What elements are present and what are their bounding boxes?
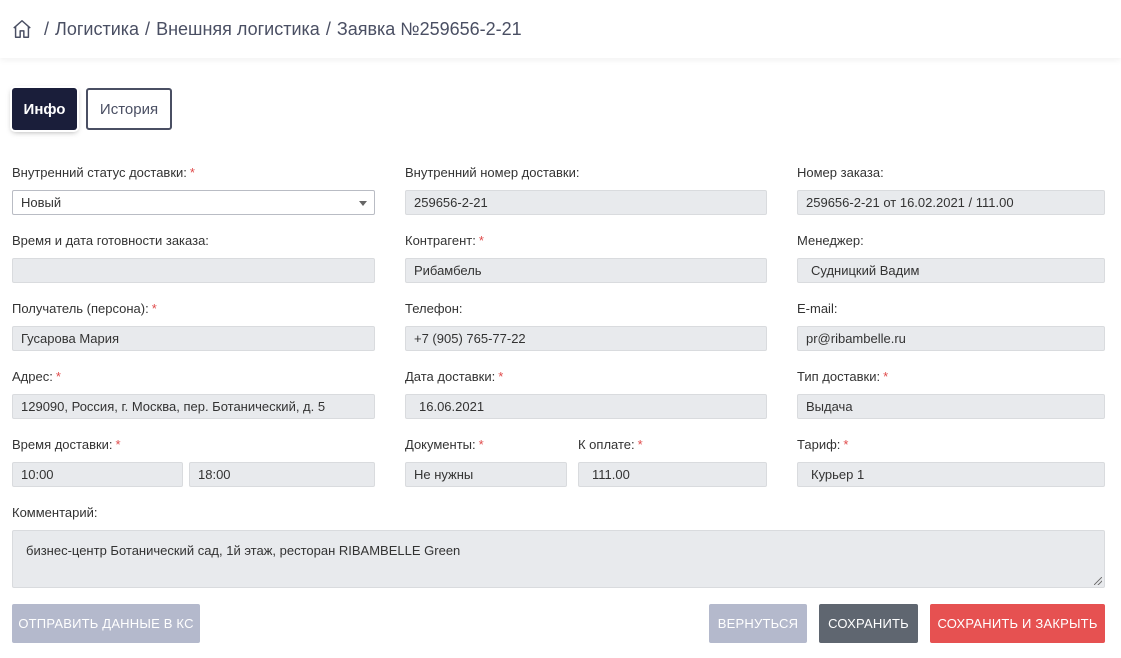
comment-textarea[interactable]: бизнес-центр Ботанический сад, 1й этаж, … [12, 530, 1105, 588]
comment-value: бизнес-центр Ботанический сад, 1й этаж, … [26, 543, 461, 558]
email-field[interactable]: pr@ribambelle.ru [797, 326, 1105, 351]
breadcrumb-separator: / [44, 18, 50, 39]
internal-number-label: Внутренний номер доставки: [405, 165, 580, 180]
email-label: E-mail: [797, 301, 838, 316]
delivery-time-from-field[interactable]: 10:00 [12, 462, 183, 487]
tariff-label: Тариф: * [797, 437, 848, 452]
required-mark: * [843, 437, 849, 452]
recipient-label: Получатель (персона): * [12, 301, 157, 316]
required-mark: * [478, 437, 484, 452]
tariff-label-text: Тариф: [797, 437, 841, 452]
internal-number-field[interactable]: 259656-2-21 [405, 190, 767, 215]
internal-status-value: Новый [21, 195, 62, 210]
delivery-time-label-text: Время доставки: [12, 437, 113, 452]
required-mark: * [55, 369, 61, 384]
to-pay-label-text: К оплате: [578, 437, 635, 452]
comment-label: Комментарий: [12, 505, 98, 520]
order-number-field[interactable]: 259656-2-21 от 16.02.2021 / 111.00 [797, 190, 1105, 215]
tariff-field[interactable]: Курьер 1 [797, 462, 1105, 487]
manager-field[interactable]: Судницкий Вадим [797, 258, 1105, 283]
delivery-type-label: Тип доставки: * [797, 369, 888, 384]
required-mark: * [189, 165, 195, 180]
delivery-date-label: Дата доставки: * [405, 369, 503, 384]
resize-handle-icon[interactable] [1094, 577, 1102, 585]
breadcrumb-separator: / [325, 18, 331, 39]
documents-field[interactable]: Не нужны [405, 462, 567, 487]
address-field[interactable]: 129090, Россия, г. Москва, пер. Ботаниче… [12, 394, 375, 419]
page-header: / Логистика / Внешняя логистика / Заявка… [0, 0, 1121, 58]
required-mark: * [883, 369, 889, 384]
delivery-type-field[interactable]: Выдача [797, 394, 1105, 419]
required-mark: * [478, 233, 484, 248]
breadcrumb-logistics[interactable]: Логистика [55, 19, 139, 40]
ready-time-field[interactable] [12, 258, 375, 283]
tab-info[interactable]: Инфо [12, 88, 77, 130]
documents-label-text: Документы: [405, 437, 476, 452]
manager-label: Менеджер: [797, 233, 864, 248]
recipient-field[interactable]: Гусарова Мария [12, 326, 375, 351]
recipient-label-text: Получатель (персона): [12, 301, 149, 316]
breadcrumb-current-request: Заявка №259656-2-21 [336, 18, 522, 39]
address-label: Адрес: * [12, 369, 61, 384]
tab-bar: Инфо История [12, 88, 172, 130]
to-pay-label: К оплате: * [578, 437, 643, 452]
delivery-date-label-text: Дата доставки: [405, 369, 496, 384]
documents-label: Документы: * [405, 437, 484, 452]
phone-field[interactable]: +7 (905) 765-77-22 [405, 326, 767, 351]
phone-label: Телефон: [405, 301, 463, 316]
save-button[interactable]: Сохранить [819, 604, 918, 643]
delivery-time-label: Время доставки: * [12, 437, 121, 452]
tab-history[interactable]: История [86, 88, 172, 130]
send-to-ks-button[interactable]: Отправить данные в КС [12, 604, 200, 643]
home-icon[interactable] [10, 17, 34, 41]
delivery-date-field[interactable]: 16.06.2021 [405, 394, 767, 419]
counterparty-label: Контрагент: * [405, 233, 484, 248]
breadcrumb-external-logistics[interactable]: Внешняя логистика [156, 19, 320, 40]
internal-status-label: Внутренний статус доставки: * [12, 165, 195, 180]
caret-down-icon [359, 201, 367, 206]
required-mark: * [151, 301, 157, 316]
required-mark: * [637, 437, 643, 452]
counterparty-field[interactable]: Рибамбель [405, 258, 767, 283]
delivery-type-label-text: Тип доставки: [797, 369, 881, 384]
to-pay-field[interactable]: 111.00 [578, 462, 767, 487]
delivery-time-to-field[interactable]: 18:00 [189, 462, 375, 487]
required-mark: * [115, 437, 121, 452]
address-label-text: Адрес: [12, 369, 53, 384]
breadcrumb-separator: / [145, 18, 151, 39]
counterparty-label-text: Контрагент: [405, 233, 476, 248]
breadcrumb: / Логистика / Внешняя логистика / Заявка… [38, 19, 522, 40]
internal-status-label-text: Внутренний статус доставки: [12, 165, 187, 180]
save-and-close-button[interactable]: Сохранить и закрыть [930, 604, 1105, 643]
order-number-label: Номер заказа: [797, 165, 884, 180]
internal-status-select[interactable]: Новый [12, 190, 375, 215]
ready-time-label: Время и дата готовности заказа: [12, 233, 209, 248]
required-mark: * [498, 369, 504, 384]
back-button[interactable]: Вернуться [709, 604, 807, 643]
